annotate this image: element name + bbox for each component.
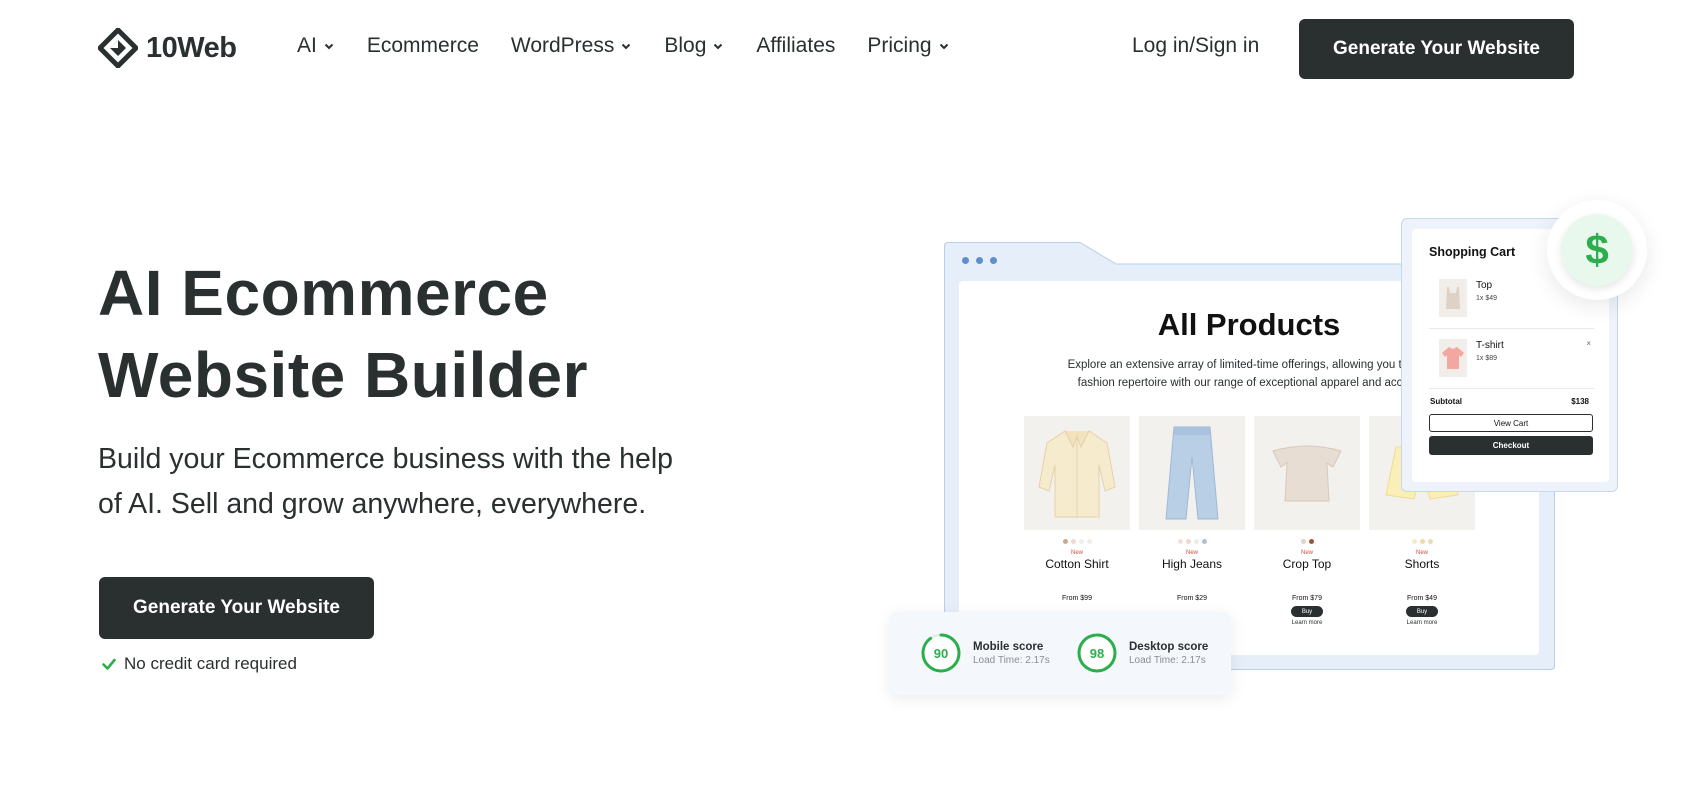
remove-item-icon[interactable]: × <box>1586 339 1591 348</box>
product-price: From $49 <box>1407 595 1437 602</box>
product-name: Cotton Shirt <box>1045 557 1109 571</box>
checkmark-icon <box>102 658 116 670</box>
generate-website-header-button[interactable]: Generate Your Website <box>1299 19 1574 79</box>
score-text: Desktop score Load Time: 2.17s <box>1129 641 1208 666</box>
hero-title-line: Website Builder <box>98 339 588 411</box>
hero-title-line: AI Ecommerce <box>98 257 549 329</box>
chevron-down-icon <box>939 43 948 50</box>
score-label: Mobile score <box>973 640 1044 653</box>
score-ring: 90 <box>920 632 962 674</box>
cart-item-name: T-shirt <box>1476 340 1504 351</box>
product-image-shirt <box>1024 416 1130 530</box>
nav-item-blog[interactable]: Blog <box>664 34 724 58</box>
product-image-jeans <box>1139 416 1245 530</box>
nav-item-label: Affiliates <box>756 34 836 57</box>
nav-item-label: AI <box>297 34 317 57</box>
chevron-down-icon <box>324 43 334 50</box>
hero-subtitle-line: of AI. Sell and grow anywhere, everywher… <box>98 488 647 520</box>
checkout-button[interactable]: Checkout <box>1429 436 1593 455</box>
nav-item-label: Blog <box>664 34 707 57</box>
cart-item-thumbnail <box>1439 279 1467 317</box>
performance-scores-card: 90 Mobile score Load Time: 2.17s 98 Desk… <box>890 612 1231 695</box>
buy-button[interactable]: Buy <box>1406 606 1438 617</box>
chevron-down-icon <box>714 43 723 50</box>
crop-top-icon <box>1272 445 1342 502</box>
score-ring: 98 <box>1076 632 1118 674</box>
product-card[interactable]: New Crop Top From $79 Buy Learn more <box>1254 416 1360 626</box>
cart-divider <box>1429 328 1594 329</box>
score-text: Mobile score Load Time: 2.17s <box>973 641 1050 666</box>
shirt-icon <box>1038 430 1116 518</box>
color-swatches[interactable] <box>1254 539 1360 545</box>
nav-item-label: Pricing <box>867 34 932 57</box>
dollar-badge: $ <box>1547 200 1647 300</box>
main-nav: AI Ecommerce WordPress Blog Affiliates P… <box>297 34 982 58</box>
product-image-croptop <box>1254 416 1360 530</box>
mobile-score: 90 Mobile score Load Time: 2.17s <box>920 632 1050 674</box>
product-card[interactable]: New Cotton Shirt From $99 <box>1024 416 1130 626</box>
color-swatches[interactable] <box>1369 539 1475 545</box>
product-name: Shorts <box>1404 557 1440 571</box>
site-header: 10Web AI Ecommerce WordPress Blog Affili… <box>0 0 1697 98</box>
no-credit-card-text: No credit card required <box>124 654 297 673</box>
chevron-down-icon <box>622 43 631 50</box>
product-price: From $99 <box>1062 595 1092 602</box>
hero-title: AI Ecommerce Website Builder <box>98 252 718 416</box>
cart-item-qty: 1x $49 <box>1476 295 1498 302</box>
buy-button[interactable]: Buy <box>1291 606 1323 617</box>
login-link[interactable]: Log in/Sign in <box>1132 34 1259 58</box>
nav-item-ai[interactable]: AI <box>297 34 335 58</box>
new-tag: New <box>1415 550 1428 556</box>
cart-item: T-shirt 1x $89 × <box>1429 339 1594 391</box>
color-swatches[interactable] <box>1024 539 1130 545</box>
brand-logo[interactable]: 10Web <box>98 28 237 68</box>
product-name: High Jeans <box>1161 557 1223 571</box>
score-value: 90 <box>933 645 949 661</box>
subtotal-label: Subtotal <box>1430 397 1462 406</box>
score-label: Desktop score <box>1129 640 1209 653</box>
nav-item-wordpress[interactable]: WordPress <box>511 34 632 58</box>
product-price: From $29 <box>1177 595 1207 602</box>
new-tag: New <box>1070 550 1083 556</box>
hero-subtitle: Build your Ecommerce business with the h… <box>98 437 738 527</box>
view-cart-button[interactable]: View Cart <box>1429 414 1593 432</box>
nav-item-ecommerce[interactable]: Ecommerce <box>367 34 479 58</box>
cart-divider <box>1429 388 1594 389</box>
nav-item-label: WordPress <box>510 34 615 57</box>
new-tag: New <box>1300 550 1313 556</box>
no-credit-card-note: No credit card required <box>102 654 297 674</box>
learn-more-link[interactable]: Learn more <box>1254 620 1360 626</box>
generate-website-hero-button[interactable]: Generate Your Website <box>99 577 374 639</box>
product-name: Crop Top <box>1282 557 1332 571</box>
cart-title: Shopping Cart <box>1429 245 1516 259</box>
learn-more-link[interactable]: Learn more <box>1369 620 1475 626</box>
load-time: Load Time: 2.17s <box>1129 654 1206 666</box>
nav-item-affiliates[interactable]: Affiliates <box>756 34 835 58</box>
product-card[interactable]: New High Jeans From $29 <box>1139 416 1245 626</box>
nav-item-label: Ecommerce <box>366 34 479 57</box>
new-tag: New <box>1185 550 1198 556</box>
hero-subtitle-line: Build your Ecommerce business with the h… <box>98 443 674 475</box>
cart-item-name: Top <box>1476 280 1493 291</box>
cart-item-qty: 1x $89 <box>1476 355 1498 362</box>
cart-item-thumbnail <box>1439 339 1467 377</box>
product-price: From $79 <box>1292 595 1322 602</box>
nav-item-pricing[interactable]: Pricing <box>867 34 949 58</box>
dollar-icon: $ <box>1561 214 1633 286</box>
load-time: Load Time: 2.17s <box>973 654 1050 666</box>
tshirt-icon <box>1442 347 1464 369</box>
brand-name: 10Web <box>146 31 237 64</box>
jeans-icon <box>1165 426 1219 520</box>
top-icon <box>1446 287 1460 309</box>
desktop-score: 98 Desktop score Load Time: 2.17s <box>1076 632 1208 674</box>
color-swatches[interactable] <box>1139 539 1245 545</box>
logo-diamond-icon <box>98 28 138 68</box>
subtotal-value: $138 <box>1571 397 1589 406</box>
score-value: 98 <box>1089 645 1105 661</box>
browser-window-dots <box>962 257 997 264</box>
